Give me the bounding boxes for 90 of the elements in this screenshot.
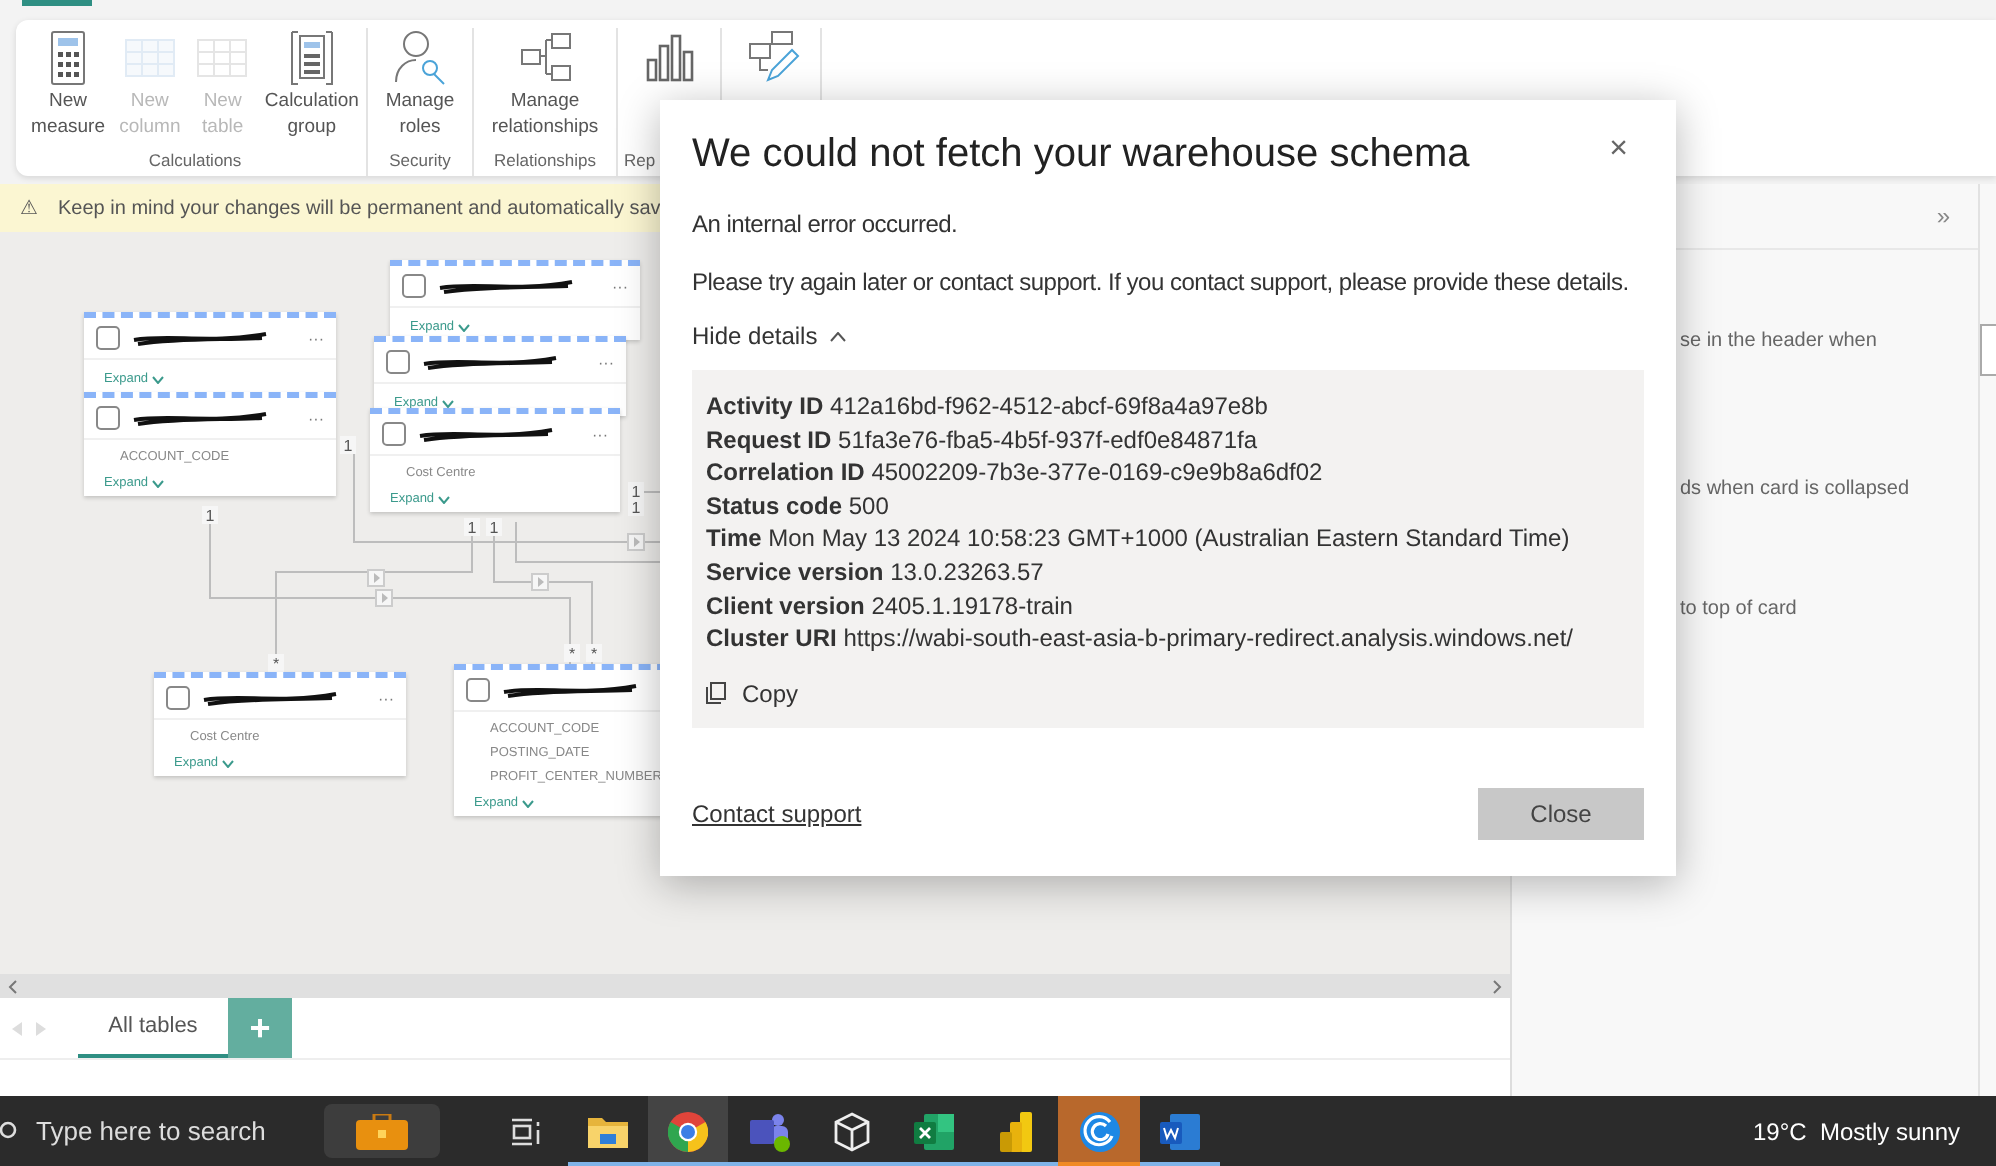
group-label: Security xyxy=(389,150,451,174)
redaction-scribble xyxy=(200,688,340,708)
table-icon xyxy=(466,677,492,703)
scroll-right-icon[interactable] xyxy=(1492,979,1502,993)
table-icon xyxy=(382,421,408,447)
more-options[interactable]: ··· xyxy=(612,277,628,295)
chevron-down-icon xyxy=(442,399,455,407)
cardinality-label: * xyxy=(268,654,284,673)
copy-icon xyxy=(706,682,726,705)
cardinality-label: 1 xyxy=(340,436,356,455)
table-icon xyxy=(402,273,428,299)
search-icon xyxy=(0,1119,20,1143)
cardinality-label: 1 xyxy=(202,506,218,525)
redaction-scribble xyxy=(416,424,556,444)
input-field[interactable] xyxy=(1980,324,1996,376)
chevron-down-icon xyxy=(152,375,165,383)
redaction-scribble xyxy=(420,352,560,372)
chevron-down-icon xyxy=(522,799,535,807)
redaction-scribble xyxy=(130,328,270,348)
detail-row-text: Cluster URI https://wabi-south-east-asia-b-primary-redirect.analysis.windows.net/ xyxy=(706,622,1575,656)
swirl-icon xyxy=(1079,1111,1119,1151)
bar-chart-icon xyxy=(1000,1111,1032,1151)
briefcase-icon xyxy=(356,1113,408,1149)
cardinality-label: 1 xyxy=(628,498,644,517)
ribbon-button[interactable]: Manage roles xyxy=(385,28,455,150)
chevron-icon xyxy=(829,331,846,341)
more-options[interactable]: ··· xyxy=(308,409,324,427)
calculator-icon xyxy=(46,28,91,88)
table-icon xyxy=(96,325,122,351)
scroll-left-icon[interactable] xyxy=(8,979,18,993)
detail-row-text: Status code 500 xyxy=(706,489,891,523)
more-options[interactable]: ··· xyxy=(598,353,614,371)
cardinality-label: * xyxy=(586,644,602,663)
warning-icon: ⚠ xyxy=(20,196,38,220)
more-options[interactable]: ··· xyxy=(308,329,324,347)
word-icon xyxy=(1160,1111,1200,1151)
redaction-scribble xyxy=(500,680,640,700)
chevron-down-icon xyxy=(438,495,451,503)
detail-row-text: Activity ID 412a16bd-f962-4512-abcf-69f8a4a97e8b xyxy=(706,390,1270,424)
detail-row-text: Service version 13.0.23263.57 xyxy=(706,555,1046,590)
chevron-down-icon xyxy=(152,479,165,487)
edit-icon xyxy=(743,28,799,88)
calculator-icon xyxy=(285,28,338,88)
group-label: Rep xyxy=(622,150,656,174)
cardinality-label: 1 xyxy=(486,518,502,537)
close-button[interactable]: Close xyxy=(1478,788,1644,840)
more-options[interactable]: ··· xyxy=(378,689,394,707)
instruction-text: Please try again later or contact support. If you contact support, please provide these details. xyxy=(692,268,1631,296)
table-icon xyxy=(386,349,412,375)
more-options[interactable]: ··· xyxy=(592,425,608,443)
detail-row-text: Request ID 51fa3e76-fba5-4b5f-937f-edf0e84871fa xyxy=(706,423,1260,457)
ribbon-button[interactable]: Manage relationships xyxy=(491,28,599,150)
warning-text: Keep in mind your changes will be permanent and automatically sav xyxy=(58,197,661,219)
dialog-title: We could not fetch your warehouse schema xyxy=(692,132,1470,178)
table-icon xyxy=(166,685,192,711)
horizontal-scrollbar[interactable] xyxy=(0,974,1510,998)
cube-icon xyxy=(832,1111,872,1151)
folder-icon xyxy=(588,1114,628,1148)
user-key-icon xyxy=(392,28,448,88)
setting-description: ds when card is collapsed xyxy=(1678,478,1912,500)
weather-text[interactable]: 19°C Mostly sunny xyxy=(1752,1117,1960,1145)
add-tab-button[interactable]: + xyxy=(228,998,292,1058)
details-toggle[interactable]: Hide details xyxy=(692,322,846,350)
chevron-down-icon xyxy=(222,759,235,767)
redaction-scribble xyxy=(130,408,270,428)
cardinality-label: 1 xyxy=(464,518,480,537)
detail-row-text: Time Mon May 13 2024 10:58:23 GMT+1000 (Australian Eastern Standard Time) xyxy=(706,522,1572,556)
close-button[interactable]: × xyxy=(1593,132,1644,168)
redaction-scribble xyxy=(436,276,576,296)
excel-icon xyxy=(913,1111,953,1151)
cardinality-label: * xyxy=(564,644,580,663)
copy-button[interactable]: Copy xyxy=(706,679,799,708)
detail-row-text: Correlation ID 45002209-7b3e-377e-0169-c9e9b8a6df02 xyxy=(706,456,1325,490)
ribbon-button[interactable]: New measure xyxy=(31,28,106,150)
group-label: Calculations xyxy=(148,150,242,174)
teams-icon xyxy=(748,1111,792,1151)
chevron-down-icon xyxy=(458,323,471,331)
table-icon xyxy=(96,405,122,431)
collapse-button[interactable]: » xyxy=(1936,202,1950,230)
selected-tab-underline xyxy=(22,0,92,6)
error-message: An internal error occurred. xyxy=(692,210,960,238)
ribbon-button[interactable]: Calculation group xyxy=(264,28,359,150)
setting-description: to top of card xyxy=(1678,598,1799,620)
task-view-icon xyxy=(510,1115,542,1147)
setting-description: se in the header when xyxy=(1678,330,1879,352)
detail-row-text: Client version 2405.1.19178-train xyxy=(706,589,1075,623)
chrome-icon xyxy=(668,1111,708,1151)
taskbar-button[interactable] xyxy=(648,1096,728,1166)
search-field[interactable]: Type here to search xyxy=(0,1116,320,1146)
group-label: Relationships xyxy=(493,150,597,174)
